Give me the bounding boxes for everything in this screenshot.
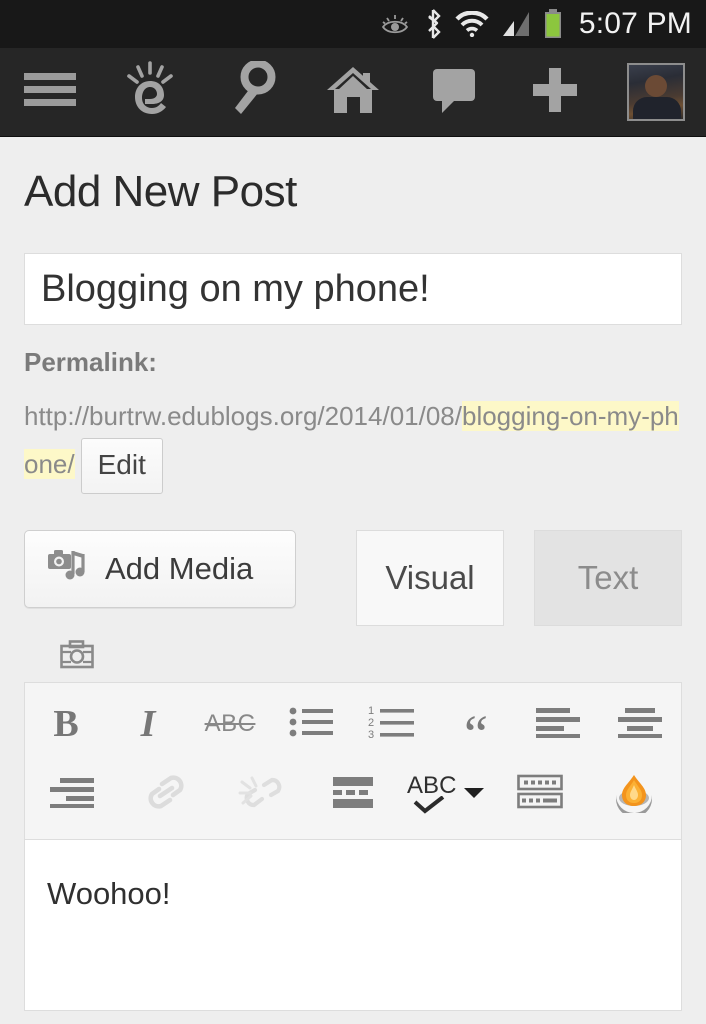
smart-stay-eye-icon bbox=[381, 11, 411, 37]
italic-label: I bbox=[140, 703, 156, 745]
toggle-toolbar-button[interactable] bbox=[494, 759, 588, 829]
keyboard-icon bbox=[517, 774, 564, 815]
permalink-label: Permalink: bbox=[24, 347, 157, 377]
add-media-button[interactable]: Add Media bbox=[24, 530, 296, 608]
home-icon bbox=[325, 64, 381, 121]
fullscreen-flame-button[interactable] bbox=[587, 759, 681, 829]
comments-button[interactable] bbox=[403, 48, 504, 137]
read-more-icon bbox=[333, 776, 374, 813]
page-title: Add New Post bbox=[24, 167, 297, 216]
cellular-signal-icon bbox=[501, 10, 531, 38]
password-button[interactable] bbox=[202, 48, 303, 137]
post-content-text: Woohoo! bbox=[47, 876, 171, 911]
spellcheck-button[interactable]: ABC bbox=[407, 774, 456, 814]
inline-media-row bbox=[0, 626, 706, 670]
permalink-base: http://burtrw.edublogs.org/2014/01/08/ bbox=[24, 401, 462, 431]
camera-icon[interactable] bbox=[60, 640, 94, 674]
edublogs-logo-icon bbox=[120, 59, 182, 126]
strikethrough-button[interactable]: ABC bbox=[189, 689, 271, 759]
plus-icon bbox=[531, 66, 579, 119]
permalink-section: Permalink: http://burtrw.edublogs.org/20… bbox=[0, 325, 706, 494]
italic-button[interactable]: I bbox=[107, 689, 189, 759]
blockquote-button[interactable]: “ bbox=[435, 689, 517, 761]
bold-label: B bbox=[53, 703, 79, 745]
svg-text:2: 2 bbox=[368, 717, 374, 729]
toolbar-row-1: B I ABC 1 2 3 “ bbox=[25, 689, 681, 761]
flame-icon bbox=[608, 771, 660, 818]
menu-icon bbox=[22, 69, 78, 116]
align-right-icon bbox=[49, 776, 94, 813]
status-bar-clock: 5:07 PM bbox=[578, 7, 692, 40]
insert-link-button[interactable] bbox=[119, 759, 213, 829]
avatar bbox=[626, 63, 685, 121]
status-bar: 5:07 PM bbox=[0, 0, 706, 48]
edublogs-home-button[interactable] bbox=[101, 48, 202, 137]
permalink-value: http://burtrw.edublogs.org/2014/01/08/bl… bbox=[24, 394, 682, 494]
key-icon bbox=[227, 59, 277, 124]
read-more-button[interactable] bbox=[306, 759, 400, 829]
battery-icon bbox=[543, 9, 563, 39]
align-center-button[interactable] bbox=[599, 689, 681, 759]
wifi-icon bbox=[455, 11, 489, 37]
unlink-icon bbox=[236, 774, 282, 815]
link-icon bbox=[143, 774, 189, 815]
unlink-button[interactable] bbox=[212, 759, 306, 829]
svg-text:3: 3 bbox=[368, 729, 374, 739]
unordered-list-button[interactable] bbox=[271, 689, 353, 759]
ordered-list-button[interactable]: 1 2 3 bbox=[353, 689, 435, 759]
post-editor-page: Add New Post Blogging on my phone! Perma… bbox=[0, 137, 706, 1011]
spellcheck-group: ABC bbox=[400, 774, 494, 814]
spellcheck-dropdown-arrow-icon[interactable] bbox=[462, 784, 486, 805]
align-center-icon bbox=[618, 706, 662, 743]
editor-mode-tabs: Visual Text bbox=[356, 530, 682, 626]
app-nav-bar bbox=[0, 48, 706, 137]
bluetooth-icon bbox=[423, 8, 443, 40]
media-and-tabs-row: Add Media Visual Text bbox=[0, 494, 706, 626]
tab-text[interactable]: Text bbox=[534, 530, 682, 626]
align-left-button[interactable] bbox=[517, 689, 599, 759]
account-button[interactable] bbox=[605, 48, 706, 137]
unordered-list-icon bbox=[289, 706, 335, 743]
strikethrough-label: ABC bbox=[204, 710, 256, 737]
comment-icon bbox=[430, 65, 478, 120]
post-content-editor[interactable]: Woohoo! bbox=[24, 839, 682, 1011]
toolbar-row-2: ABC bbox=[25, 759, 681, 829]
new-post-button[interactable] bbox=[504, 48, 605, 137]
svg-text:1: 1 bbox=[368, 705, 374, 717]
bold-button[interactable]: B bbox=[25, 689, 107, 759]
camera-music-icon bbox=[47, 546, 87, 592]
align-right-button[interactable] bbox=[25, 759, 119, 829]
tab-visual[interactable]: Visual bbox=[356, 530, 504, 626]
home-button[interactable] bbox=[303, 48, 404, 137]
spellcheck-label: ABC bbox=[407, 772, 457, 799]
ordered-list-icon: 1 2 3 bbox=[368, 705, 420, 744]
permalink-edit-button[interactable]: Edit bbox=[80, 438, 163, 494]
menu-button[interactable] bbox=[0, 48, 101, 137]
align-left-icon bbox=[536, 706, 580, 743]
editor-toolbar: B I ABC 1 2 3 “ ABC bbox=[24, 682, 682, 839]
add-media-label: Add Media bbox=[105, 551, 254, 586]
post-title-input[interactable]: Blogging on my phone! bbox=[24, 253, 682, 325]
